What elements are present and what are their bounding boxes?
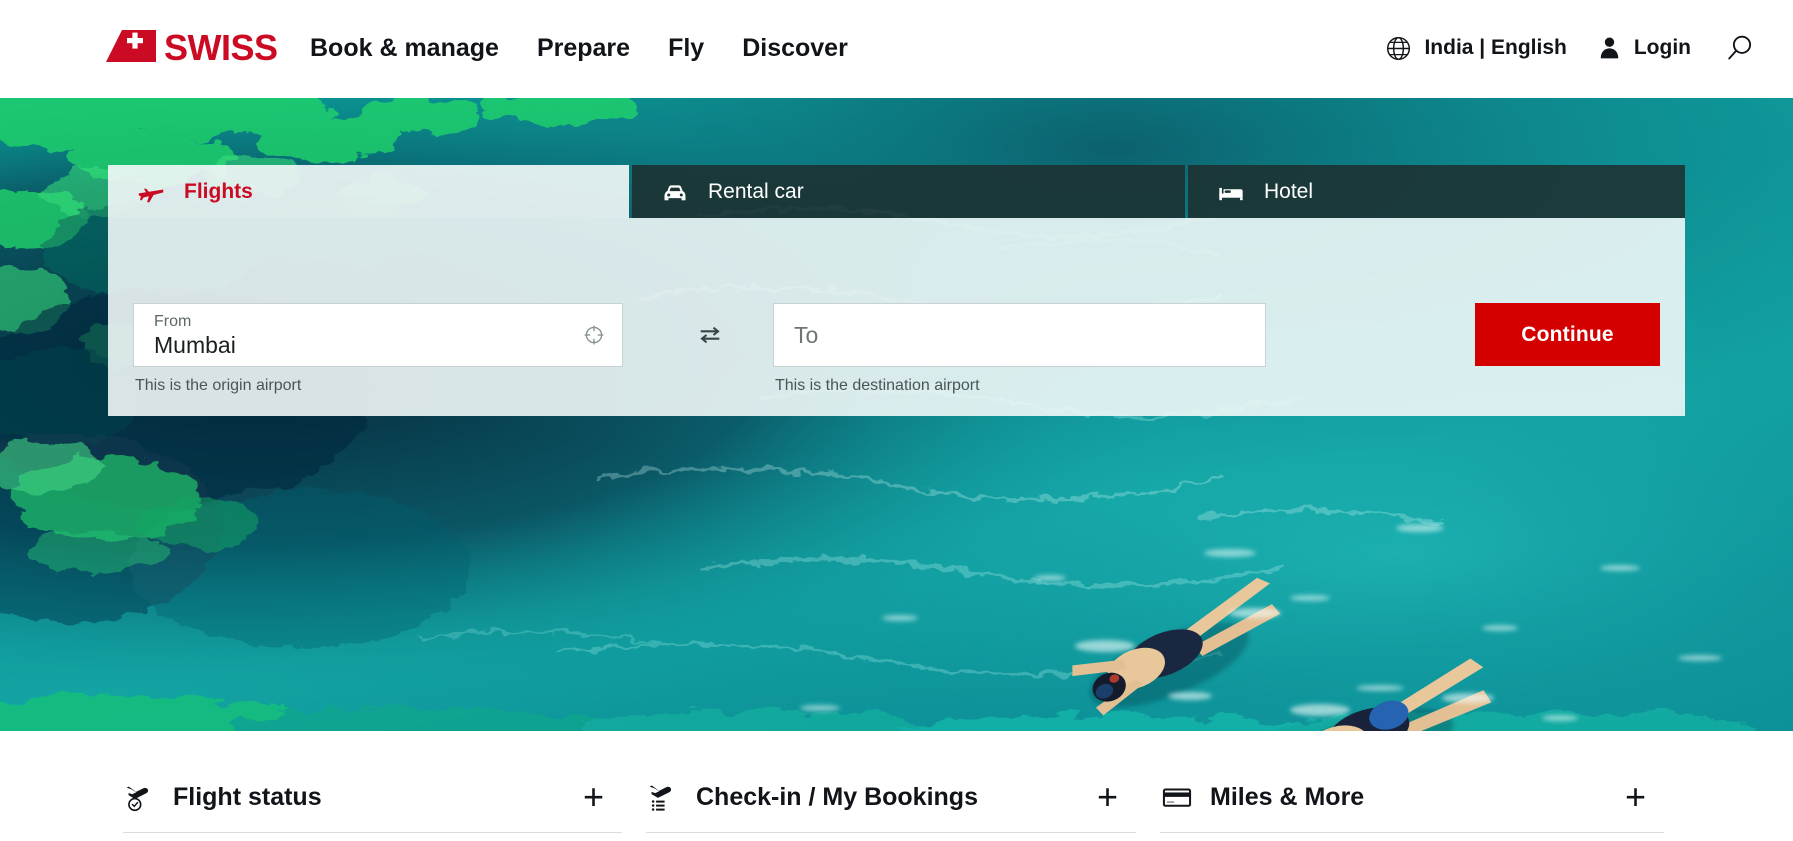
logo-wordmark: SWISS — [164, 27, 278, 68]
tab-flights[interactable]: Flights — [108, 165, 629, 218]
login-button[interactable]: Login — [1597, 28, 1691, 68]
nav-item-prepare[interactable]: Prepare — [537, 28, 630, 68]
from-label: From — [154, 312, 192, 330]
login-label: Login — [1633, 36, 1691, 59]
locale-selector[interactable]: India | English — [1385, 28, 1567, 68]
booking-tabs: Flights Rental car Hotel — [108, 165, 1685, 218]
to-field-group: To This is the destination airport — [773, 303, 1266, 395]
quicklink-flight-status[interactable]: Flight status + — [123, 731, 646, 841]
tab-hotel[interactable]: Hotel — [1188, 165, 1685, 218]
plane-list-icon — [646, 781, 680, 813]
plane-clock-icon — [123, 781, 157, 813]
quicklink-miles-more-expand[interactable]: + — [1625, 779, 1646, 815]
tab-flights-label: Flights — [184, 179, 253, 203]
main-nav: Book & manage Prepare Fly Discover — [310, 28, 848, 68]
continue-button[interactable]: Continue — [1475, 303, 1660, 366]
swiss-tailfin-logo — [106, 30, 156, 62]
user-icon — [1600, 37, 1619, 59]
quicklink-miles-more[interactable]: Miles & More + — [1160, 731, 1688, 841]
credit-card-icon — [1160, 781, 1194, 813]
car-icon — [664, 184, 686, 200]
nav-item-discover[interactable]: Discover — [742, 28, 848, 68]
from-field-group: From Mumbai This is the origin airport — [133, 303, 623, 395]
tab-rental-car[interactable]: Rental car — [632, 165, 1185, 218]
nav-item-book-manage[interactable]: Book & manage — [310, 28, 499, 68]
quicklink-flight-status-expand[interactable]: + — [583, 779, 604, 815]
bed-icon — [1219, 187, 1243, 200]
booking-widget: Flights Rental car Hotel From Mumbai Thi… — [108, 165, 1685, 416]
swiss-logo[interactable]: SWISS — [106, 28, 278, 68]
globe-icon — [1387, 36, 1411, 60]
to-placeholder: To — [794, 321, 819, 348]
flight-search-panel: From Mumbai This is the origin airport T… — [108, 218, 1685, 416]
swap-airports-button[interactable] — [690, 318, 730, 352]
quicklinks-bar: Flight status + Check-in / My Bookings + — [0, 731, 1793, 841]
header-utilities: India | English Login — [1385, 28, 1755, 68]
to-input[interactable]: To — [773, 303, 1266, 367]
to-hint: This is the destination airport — [775, 377, 980, 394]
quicklink-miles-more-label: Miles & More — [1210, 783, 1365, 811]
quicklink-flight-status-label: Flight status — [173, 783, 322, 811]
nav-item-fly[interactable]: Fly — [668, 28, 704, 68]
locate-crosshair-icon[interactable] — [582, 323, 606, 347]
quicklink-checkin-bookings-expand[interactable]: + — [1097, 779, 1118, 815]
quicklink-checkin-bookings[interactable]: Check-in / My Bookings + — [646, 731, 1160, 841]
search-button[interactable] — [1725, 33, 1755, 63]
tab-hotel-label: Hotel — [1264, 179, 1314, 203]
from-value: Mumbai — [154, 331, 236, 358]
airplane-icon — [138, 188, 164, 202]
swap-arrows-icon — [700, 326, 720, 344]
site-header: SWISS Book & manage Prepare Fly Discover… — [0, 0, 1793, 98]
locale-label: India | English — [1424, 36, 1567, 59]
tab-rental-car-label: Rental car — [708, 179, 804, 203]
quicklink-checkin-bookings-label: Check-in / My Bookings — [696, 783, 978, 811]
from-hint: This is the origin airport — [135, 377, 302, 394]
from-input[interactable]: From Mumbai — [133, 303, 623, 367]
search-icon — [1728, 35, 1752, 60]
